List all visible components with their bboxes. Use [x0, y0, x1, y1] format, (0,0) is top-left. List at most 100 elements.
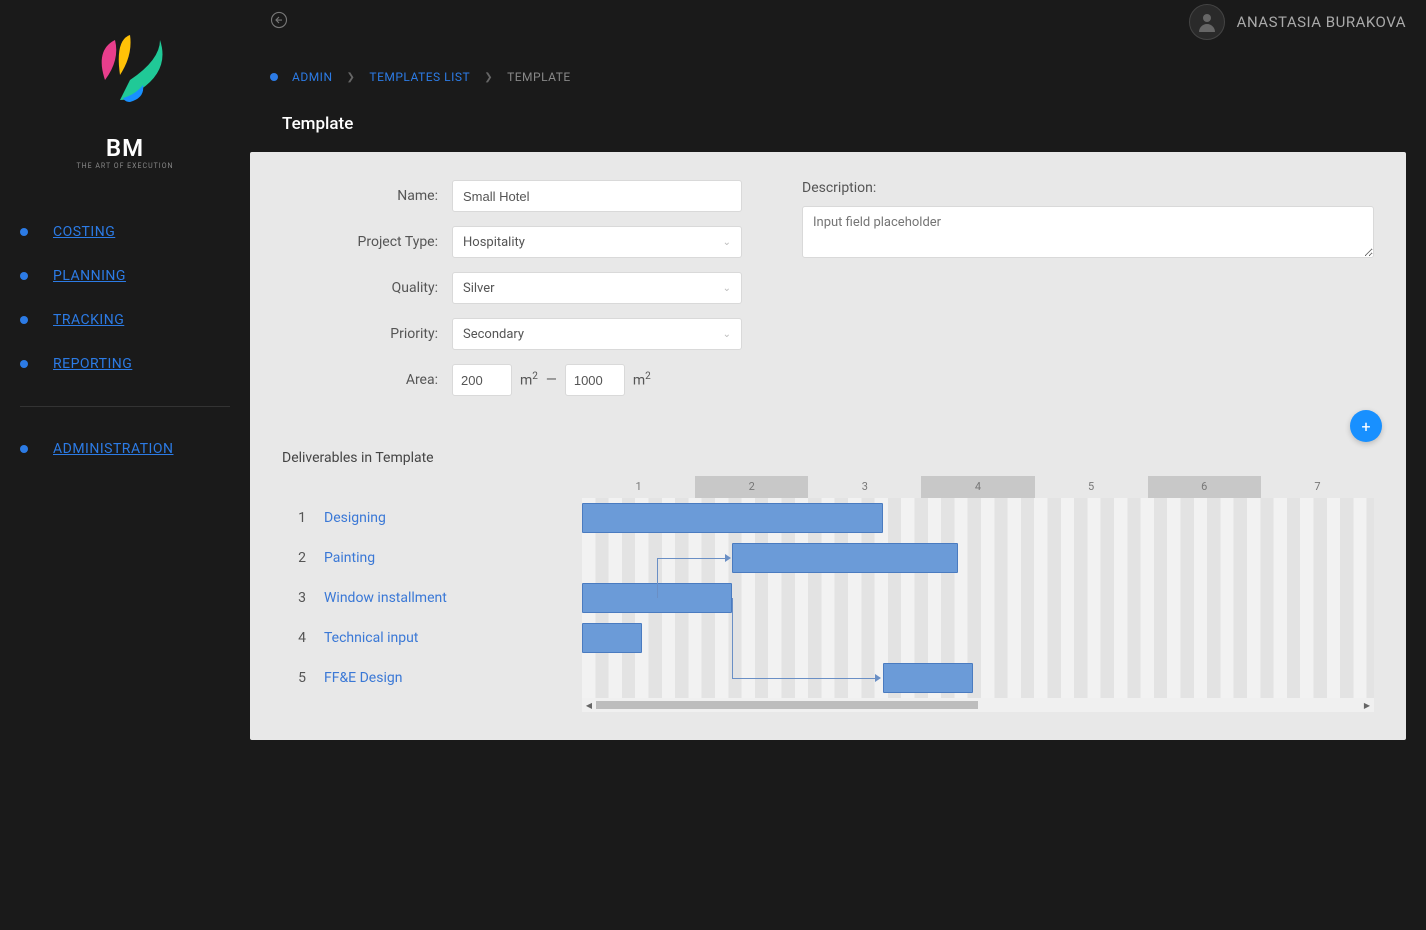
scroll-thumb[interactable]: [596, 701, 978, 709]
deliverables-title: Deliverables in Template: [282, 450, 1374, 466]
gantt-scrollbar[interactable]: ◀ ▶: [582, 698, 1374, 712]
chevron-down-icon: ⌄: [723, 237, 731, 248]
gantt-header: 1 2 3 4 5 6 7: [582, 476, 1374, 498]
priority-select[interactable]: Secondary ⌄: [452, 318, 742, 350]
row-number: 3: [296, 590, 306, 606]
plus-icon: +: [1361, 417, 1370, 436]
gantt: 1 Designing 2 Painting 3 Window installm…: [282, 476, 1374, 712]
row-label[interactable]: Technical input: [324, 630, 418, 646]
gantt-chart: 1 2 3 4 5 6 7: [582, 476, 1374, 712]
template-card: Name: Project Type: Hospitality ⌄ Qualit…: [250, 152, 1406, 740]
nav-list: COSTING PLANNING TRACKING REPORTING ADMI…: [0, 210, 250, 471]
name-input[interactable]: [452, 180, 742, 212]
bullet-icon: [20, 272, 28, 280]
gantt-bar-designing[interactable]: [582, 503, 883, 533]
sidebar-item-tracking[interactable]: TRACKING: [20, 298, 230, 342]
gantt-row: 1 Designing: [282, 498, 582, 538]
breadcrumb-templates-list[interactable]: TEMPLATES LIST: [369, 70, 470, 84]
row-label[interactable]: Designing: [324, 510, 386, 526]
sidebar-item-administration[interactable]: ADMINISTRATION: [20, 427, 230, 471]
gantt-col-header: 3: [808, 476, 921, 498]
logo: BM THE ART OF EXECUTION: [0, 20, 250, 170]
gantt-col-header: 2: [695, 476, 808, 498]
gantt-col-header: 7: [1261, 476, 1374, 498]
chevron-down-icon: ⌄: [723, 283, 731, 294]
description-textarea[interactable]: [802, 206, 1374, 258]
area-unit: m2: [520, 371, 538, 389]
area-from-input[interactable]: [452, 364, 512, 396]
project-type-label: Project Type:: [282, 234, 452, 250]
template-form: Name: Project Type: Hospitality ⌄ Qualit…: [282, 180, 1374, 410]
row-number: 5: [296, 670, 306, 686]
breadcrumb-admin[interactable]: ADMIN: [292, 70, 333, 84]
scroll-left-icon[interactable]: ◀: [582, 701, 596, 710]
nav-label: TRACKING: [53, 312, 124, 328]
description-label: Description:: [802, 180, 1374, 196]
nav-label: COSTING: [53, 224, 115, 240]
scroll-track[interactable]: [596, 701, 1360, 709]
quality-select[interactable]: Silver ⌄: [452, 272, 742, 304]
quality-label: Quality:: [282, 280, 452, 296]
select-value: Hospitality: [463, 235, 525, 250]
nav-label: ADMINISTRATION: [53, 441, 173, 457]
breadcrumb: ADMIN ❯ TEMPLATES LIST ❯ TEMPLATE: [270, 70, 1406, 84]
add-deliverable-button[interactable]: +: [1350, 410, 1382, 442]
gantt-row: 2 Painting: [282, 538, 582, 578]
chevron-right-icon: ❯: [484, 72, 493, 83]
chevron-right-icon: ❯: [347, 72, 356, 83]
scroll-right-icon[interactable]: ▶: [1360, 701, 1374, 710]
gantt-bar-painting[interactable]: [732, 543, 958, 573]
bullet-icon: [20, 316, 28, 324]
avatar[interactable]: [1189, 4, 1225, 40]
row-label[interactable]: Window installment: [324, 590, 447, 606]
priority-label: Priority:: [282, 326, 452, 342]
breadcrumb-current: TEMPLATE: [507, 70, 571, 84]
arrow-left-circle-icon: [270, 11, 288, 29]
user-icon: [1195, 10, 1219, 34]
gantt-col-header: 5: [1035, 476, 1148, 498]
chevron-down-icon: ⌄: [723, 329, 731, 340]
area-label: Area:: [282, 372, 452, 388]
row-label[interactable]: FF&E Design: [324, 670, 402, 686]
bullet-icon: [20, 360, 28, 368]
nav-divider: [20, 406, 230, 407]
back-button[interactable]: [270, 11, 288, 33]
row-number: 2: [296, 550, 306, 566]
logo-tagline: THE ART OF EXECUTION: [0, 162, 250, 170]
main: ADMIN ❯ TEMPLATES LIST ❯ TEMPLATE Templa…: [250, 70, 1406, 740]
row-label[interactable]: Painting: [324, 550, 375, 566]
logo-text: BM: [0, 134, 250, 162]
bullet-icon: [20, 228, 28, 236]
gantt-col-header: 4: [921, 476, 1034, 498]
logo-mark: [65, 20, 185, 130]
row-number: 4: [296, 630, 306, 646]
gantt-row: 5 FF&E Design: [282, 658, 582, 698]
gantt-bar-technical-input[interactable]: [582, 623, 642, 653]
gantt-row-labels: 1 Designing 2 Painting 3 Window installm…: [282, 476, 582, 712]
gantt-row: 4 Technical input: [282, 618, 582, 658]
gantt-col-header: 1: [582, 476, 695, 498]
sidebar-item-reporting[interactable]: REPORTING: [20, 342, 230, 386]
sidebar-item-planning[interactable]: PLANNING: [20, 254, 230, 298]
gantt-col-header: 6: [1148, 476, 1261, 498]
row-number: 1: [296, 510, 306, 526]
username: ANASTASIA BURAKOVA: [1237, 13, 1406, 31]
topbar: ANASTASIA BURAKOVA: [250, 0, 1426, 44]
sidebar: BM THE ART OF EXECUTION COSTING PLANNING…: [0, 0, 250, 930]
gantt-body: [582, 498, 1374, 698]
nav-label: REPORTING: [53, 356, 132, 372]
select-value: Secondary: [463, 327, 524, 342]
bullet-icon: [20, 445, 28, 453]
sidebar-item-costing[interactable]: COSTING: [20, 210, 230, 254]
area-unit: m2: [633, 371, 651, 389]
name-label: Name:: [282, 188, 452, 204]
page-title: Template: [282, 114, 1406, 134]
area-to-input[interactable]: [565, 364, 625, 396]
project-type-select[interactable]: Hospitality ⌄: [452, 226, 742, 258]
bullet-icon: [270, 73, 278, 81]
gantt-bar-ffe-design[interactable]: [883, 663, 973, 693]
gantt-row: 3 Window installment: [282, 578, 582, 618]
select-value: Silver: [463, 281, 495, 296]
area-dash: —: [546, 372, 557, 388]
nav-label: PLANNING: [53, 268, 126, 284]
